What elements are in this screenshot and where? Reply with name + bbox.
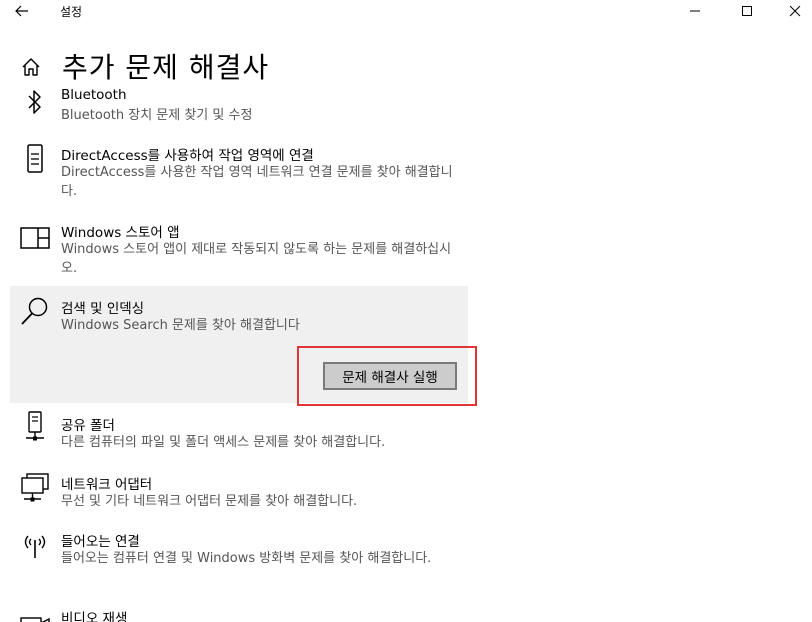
minimize-icon	[690, 10, 700, 12]
antenna-icon	[20, 530, 50, 560]
store-app-icon	[20, 223, 50, 253]
item-desc: DirectAccess를 사용한 작업 영역 네트워크 연결 문제를 찾아 해…	[61, 165, 453, 199]
window-title: 설정	[60, 5, 83, 19]
title-bar: 설정	[0, 0, 812, 24]
item-desc: 다른 컴퓨터의 파일 및 폴더 액세스 문제를 찾아 해결합니다.	[61, 435, 386, 450]
troubleshooter-incoming-connections[interactable]: 들어오는 연결 들어오는 컴퓨터 연결 및 Windows 방화벽 문제를 찾아…	[10, 530, 468, 590]
item-name: 공유 폴더	[61, 418, 115, 434]
troubleshooter-video-playback[interactable]: 비디오 재생	[10, 607, 468, 622]
close-button[interactable]	[772, 0, 812, 22]
item-desc: Bluetooth 장치 문제 찾기 및 수정	[61, 108, 253, 123]
page-title: 추가 문제 해결사	[62, 51, 270, 84]
item-desc: 들어오는 컴퓨터 연결 및 Windows 방화벽 문제를 찾아 해결합니다.	[61, 551, 432, 566]
maximize-button[interactable]	[724, 0, 770, 22]
item-desc: Windows Search 문제를 찾아 해결합니다	[61, 318, 300, 333]
item-name: 들어오는 연결	[61, 534, 140, 550]
item-name: 네트워크 어댑터	[61, 477, 153, 493]
troubleshooter-bluetooth[interactable]: Bluetooth Bluetooth 장치 문제 찾기 및 수정	[10, 87, 468, 127]
phone-device-icon	[20, 144, 50, 174]
troubleshooter-store-apps[interactable]: Windows 스토어 앱 Windows 스토어 앱이 제대로 작동되지 않도…	[10, 221, 468, 281]
close-icon	[789, 5, 801, 17]
home-button[interactable]	[20, 56, 42, 78]
search-icon	[20, 296, 50, 326]
back-arrow-icon	[15, 5, 28, 17]
back-button[interactable]	[8, 0, 36, 22]
troubleshooter-directaccess[interactable]: DirectAccess를 사용하여 작업 영역에 연결 DirectAcces…	[10, 144, 468, 204]
item-name: Bluetooth	[61, 87, 127, 103]
run-troubleshooter-button[interactable]: 문제 해결사 실행	[323, 362, 457, 390]
troubleshooter-shared-folders[interactable]: 공유 폴더 다른 컴퓨터의 파일 및 폴더 액세스 문제를 찾아 해결합니다.	[10, 411, 468, 454]
item-name: 검색 및 인덱싱	[61, 301, 145, 317]
item-desc: 무선 및 기타 네트워크 어댑터 문제를 찾아 해결합니다.	[61, 494, 358, 509]
item-name: 비디오 재생	[61, 611, 128, 622]
home-icon	[22, 58, 40, 76]
video-icon	[20, 611, 50, 622]
bluetooth-icon	[20, 87, 50, 117]
shared-folder-icon	[20, 411, 50, 442]
network-adapter-icon	[20, 473, 50, 503]
item-name: DirectAccess를 사용하여 작업 영역에 연결	[61, 148, 314, 164]
item-name: Windows 스토어 앱	[61, 225, 180, 241]
item-desc: Windows 스토어 앱이 제대로 작동되지 않도록 하는 문제를 해결하십시…	[61, 242, 452, 276]
minimize-button[interactable]	[672, 0, 718, 22]
troubleshooter-network-adapter[interactable]: 네트워크 어댑터 무선 및 기타 네트워크 어댑터 문제를 찾아 해결합니다.	[10, 473, 468, 513]
maximize-icon	[742, 6, 752, 16]
troubleshooter-search-indexing[interactable]: 검색 및 인덱싱 Windows Search 문제를 찾아 해결합니다 문제 …	[10, 286, 468, 403]
settings-window: 설정 추가 문제 해결사 Bluetooth Bluetooth 장치 문제 찾…	[0, 0, 812, 622]
